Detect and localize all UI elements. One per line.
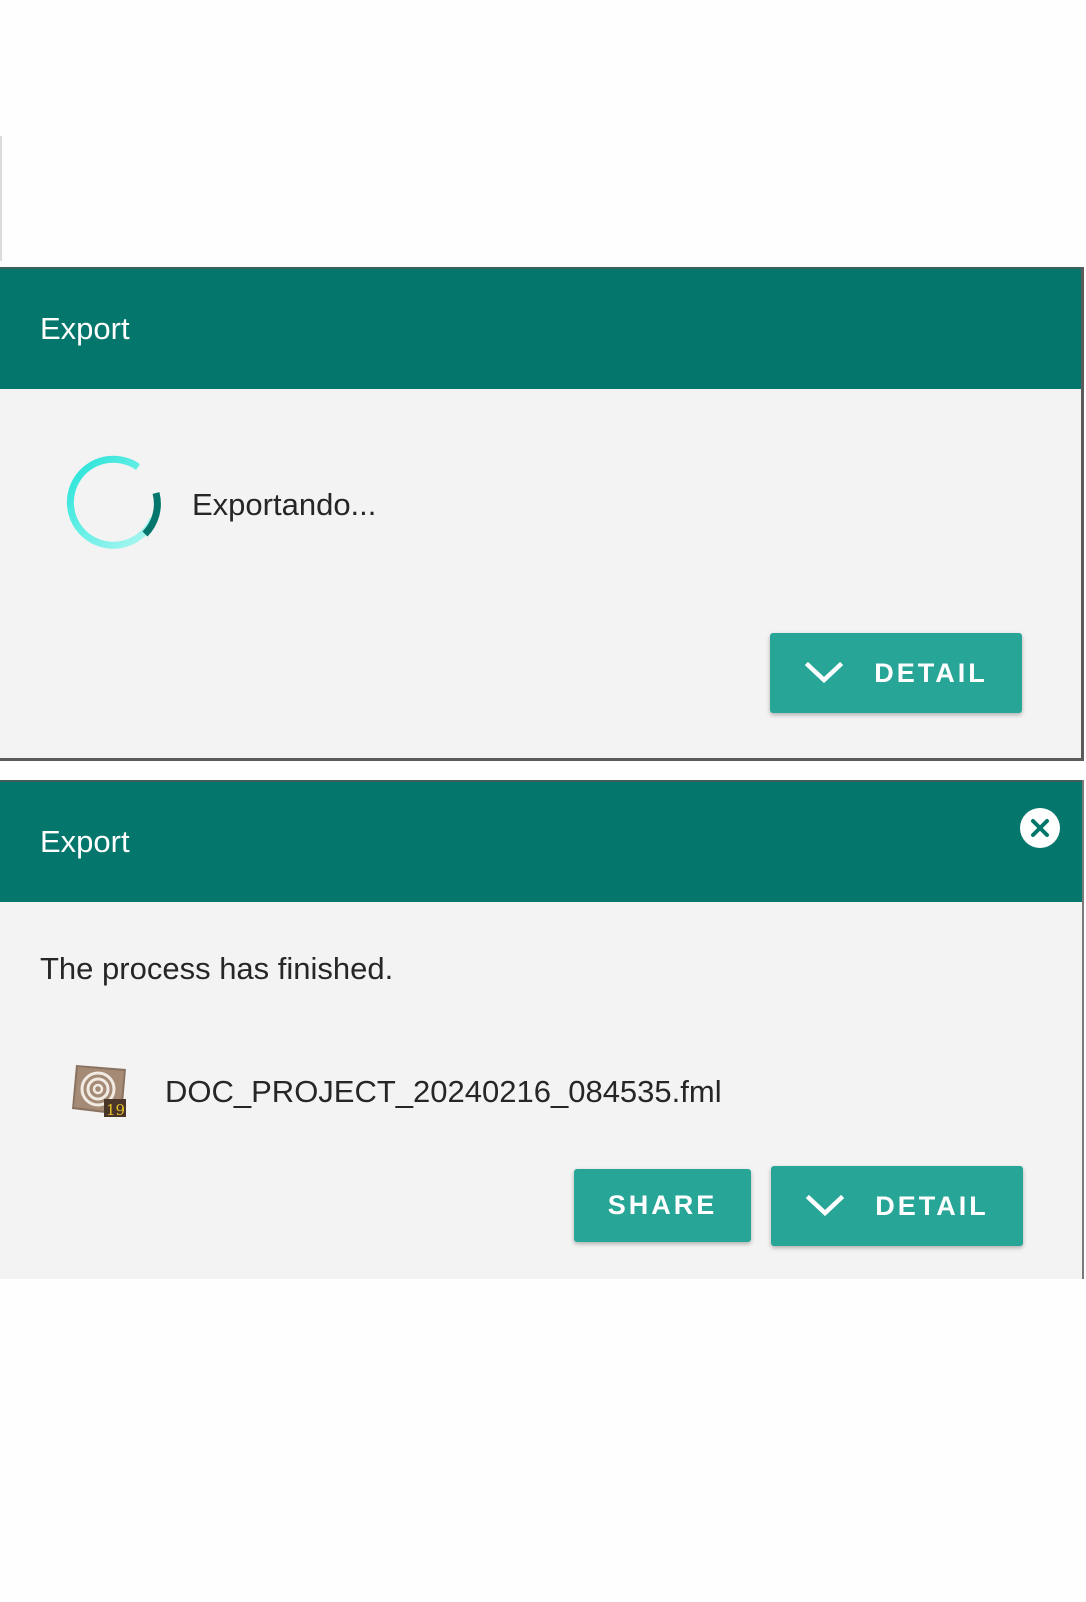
screen: Export Exportando... DETAIL Export The p…: [0, 0, 1086, 1602]
detail-button[interactable]: DETAIL: [770, 633, 1022, 713]
close-button[interactable]: [1020, 808, 1060, 848]
close-icon: [1029, 817, 1051, 839]
export-finished-dialog: Export The process has finished. 19 DOC_…: [0, 780, 1084, 1279]
file-icon-badge: 19: [106, 1101, 125, 1119]
spinner-icon: [66, 455, 164, 553]
fml-file-icon: 19: [70, 1063, 130, 1121]
detail-button-label: DETAIL: [875, 1190, 989, 1221]
dialog-header: Export: [0, 780, 1082, 902]
dialog-title: Export: [40, 311, 130, 346]
chevron-down-icon: [804, 660, 844, 686]
dialog-title: Export: [40, 824, 130, 859]
background-edge: [0, 136, 2, 261]
chevron-down-icon: [805, 1193, 845, 1219]
export-progress-dialog: Export Exportando... DETAIL: [0, 267, 1084, 761]
finished-message: The process has finished.: [40, 951, 394, 986]
exported-file[interactable]: 19 DOC_PROJECT_20240216_084535.fml: [70, 1062, 722, 1122]
detail-button[interactable]: DETAIL: [771, 1166, 1023, 1246]
progress-text: Exportando...: [192, 487, 377, 522]
share-button-label: SHARE: [607, 1190, 718, 1220]
share-button[interactable]: SHARE: [574, 1169, 751, 1242]
file-name: DOC_PROJECT_20240216_084535.fml: [165, 1074, 722, 1109]
detail-button-label: DETAIL: [874, 657, 988, 688]
dialog-header: Export: [0, 267, 1081, 389]
